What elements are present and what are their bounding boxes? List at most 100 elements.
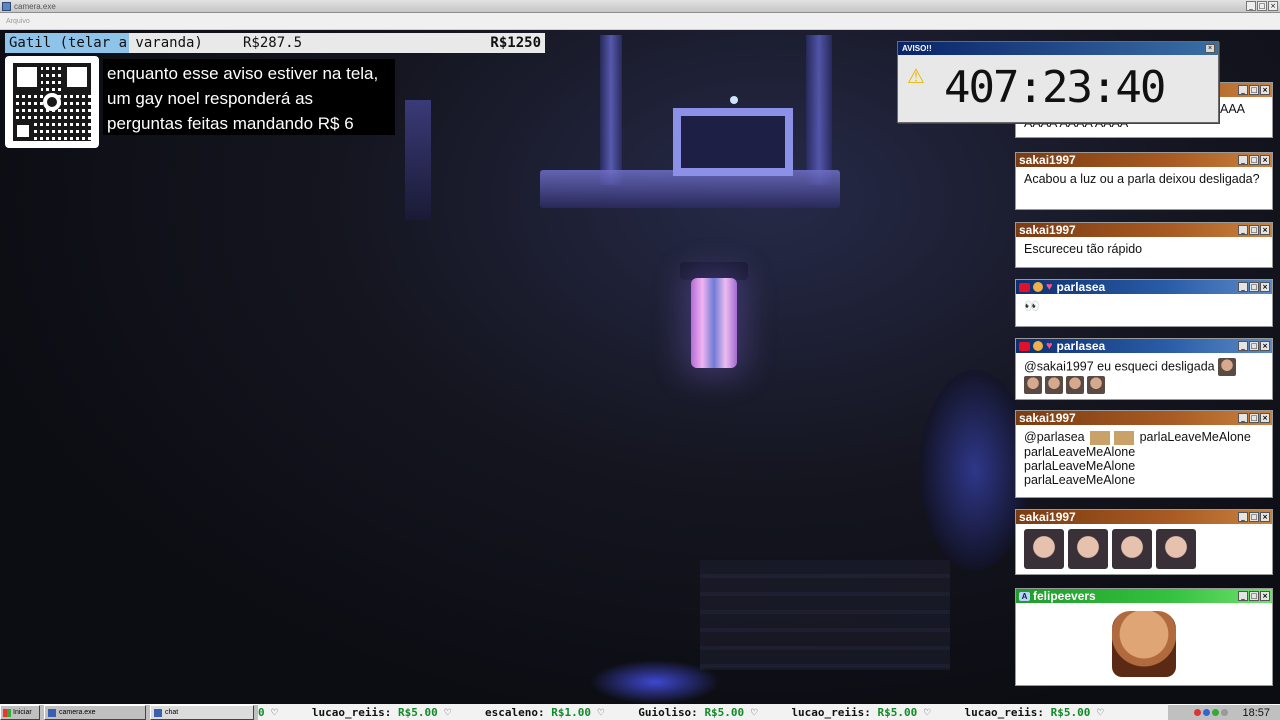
scene-pillar-right <box>806 35 832 185</box>
chat-maximize-button[interactable]: □ <box>1249 341 1259 351</box>
chat-close-button[interactable]: × <box>1260 512 1270 522</box>
chat-window-header[interactable]: sakai1997 _ □ × <box>1016 510 1272 524</box>
chat-maximize-button[interactable]: □ <box>1249 225 1259 235</box>
chat-window[interactable]: A felipeevers _ □ × <box>1015 588 1273 686</box>
chat-close-button[interactable]: × <box>1260 413 1270 423</box>
chat-minimize-button[interactable]: _ <box>1238 225 1248 235</box>
chat-minimize-button[interactable]: _ <box>1238 341 1248 351</box>
minimize-button[interactable]: _ <box>1246 1 1256 11</box>
emote-icon <box>1066 376 1084 394</box>
window-title: camera.exe <box>14 1 56 11</box>
chat-username: sakai1997 <box>1019 153 1076 167</box>
scene-window <box>405 100 431 220</box>
donation-goal-name: Gatil (telar a varanda) <box>9 35 203 51</box>
menu-file[interactable]: Arquivo <box>6 18 30 25</box>
ticker-user: escaleno: <box>484 706 552 719</box>
app-icon <box>2 1 11 11</box>
chat-minimize-button[interactable]: _ <box>1238 282 1248 292</box>
chat-window[interactable]: ♥ parlasea _ □ × @sakai1997 eu esqueci des… <box>1015 338 1273 400</box>
chat-minimize-button[interactable]: _ <box>1238 413 1248 423</box>
chat-close-button[interactable]: × <box>1260 85 1270 95</box>
chat-username: sakai1997 <box>1019 411 1076 425</box>
emote-icon <box>1156 529 1196 569</box>
clock: 18:57 <box>1242 706 1270 719</box>
chat-message-text: @parlasea <box>1024 430 1085 444</box>
scene-lamp <box>691 278 737 368</box>
chat-window-header[interactable]: A felipeevers _ □ × <box>1016 589 1272 603</box>
qr-code-panel[interactable] <box>5 56 99 148</box>
ticker-item: lucao_reiis: R$5.00 ♡ <box>791 706 936 719</box>
start-button[interactable]: Iniciar <box>0 705 40 720</box>
chat-message-body: @sakai1997 eu esqueci desligada <box>1016 353 1272 399</box>
chat-minimize-button[interactable]: _ <box>1238 591 1248 601</box>
camera-icon <box>1019 341 1030 351</box>
chat-username: sakai1997 <box>1019 510 1076 524</box>
chat-close-button[interactable]: × <box>1260 282 1270 292</box>
chat-window-header[interactable]: ♥ parlasea _ □ × <box>1016 339 1272 353</box>
scene-glow-floor <box>590 660 720 704</box>
chat-message-text: parlaLeaveMeAlone <box>1139 430 1251 444</box>
qr-code <box>13 63 91 141</box>
chat-window-header[interactable]: ♥ parlasea _ □ × <box>1016 280 1272 294</box>
taskbar-item-camera[interactable]: camera.exe <box>44 705 146 720</box>
ticker-amount: R$5.00 <box>397 706 438 719</box>
tray-icon[interactable] <box>1194 709 1202 716</box>
ticker-item: Guioliso: R$5.00 ♡ <box>638 706 763 719</box>
heart-icon: ♡ <box>271 706 278 719</box>
chat-message-text: @sakai1997 eu esqueci desligada <box>1024 359 1215 374</box>
ticker-item: lucao_reiis: R$5.00 ♡ <box>312 706 457 719</box>
chat-window-header[interactable]: sakai1997 _ □ × <box>1016 153 1272 167</box>
chat-close-button[interactable]: × <box>1260 591 1270 601</box>
taskbar-item-chat[interactable]: chat <box>150 705 254 720</box>
tray-icon[interactable] <box>1221 709 1229 716</box>
emote-icon <box>1024 529 1064 569</box>
chat-minimize-button[interactable]: _ <box>1238 85 1248 95</box>
chat-window[interactable]: ♥ parlasea _ □ × 👀 <box>1015 279 1273 327</box>
chat-maximize-button[interactable]: □ <box>1249 85 1259 95</box>
heart-icon: ♡ <box>597 706 605 719</box>
user-badge-icon: A <box>1019 591 1030 601</box>
ticker-user: lucao_reiis: <box>791 706 878 719</box>
chat-close-button[interactable]: × <box>1260 225 1270 235</box>
emote-icon <box>1045 376 1063 394</box>
chat-close-button[interactable]: × <box>1260 155 1270 165</box>
potato-emote-icon <box>1112 611 1176 677</box>
chat-minimize-button[interactable]: _ <box>1238 512 1248 522</box>
face-icon <box>1033 341 1043 351</box>
window-controls: _ □ × <box>1246 1 1278 11</box>
tray-icon[interactable] <box>1203 709 1211 716</box>
chat-window-header[interactable]: sakai1997 _ □ × <box>1016 223 1272 237</box>
chat-window[interactable]: sakai1997 _ □ × @parlasea parlaLeaveMeAlon… <box>1015 410 1273 498</box>
timer-window-title: AVISO!! <box>898 42 1218 55</box>
emote-icon <box>1114 430 1135 445</box>
ticker-item: 0 ♡ <box>258 706 284 719</box>
emote-icon <box>1090 430 1111 445</box>
timer-window[interactable]: AVISO!! × ⚠ 407:23:40 <box>897 41 1219 123</box>
close-button[interactable]: × <box>1268 1 1278 11</box>
timer-close-button[interactable]: × <box>1205 44 1215 53</box>
chat-window-header[interactable]: sakai1997 _ □ × <box>1016 411 1272 425</box>
ticker-item: lucao_reiis: R$5.00 ♡ <box>965 706 1110 719</box>
chat-window[interactable]: sakai1997 _ □ × Escureceu tão rápido <box>1015 222 1273 268</box>
ticker-amount: 0 <box>258 706 265 719</box>
notice-text: enquanto esse aviso estiver na tela, um … <box>103 59 395 135</box>
menu-bar: Arquivo <box>0 13 1280 30</box>
chat-close-button[interactable]: × <box>1260 341 1270 351</box>
maximize-button[interactable]: □ <box>1257 1 1267 11</box>
chat-window[interactable]: sakai1997 _ □ × Acabou a luz ou a parla de… <box>1015 152 1273 210</box>
chat-maximize-button[interactable]: □ <box>1249 282 1259 292</box>
chat-maximize-button[interactable]: □ <box>1249 512 1259 522</box>
chat-username: parlasea <box>1056 280 1106 294</box>
chat-window[interactable]: sakai1997 _ □ × <box>1015 509 1273 575</box>
tray-icon[interactable] <box>1212 709 1220 716</box>
chat-username: parlasea <box>1056 339 1106 353</box>
chat-maximize-button[interactable]: □ <box>1249 155 1259 165</box>
tray-icons <box>1194 709 1229 716</box>
chat-minimize-button[interactable]: _ <box>1238 155 1248 165</box>
chat-maximize-button[interactable]: □ <box>1249 413 1259 423</box>
heart-icon: ♥ <box>1046 340 1053 352</box>
chat-maximize-button[interactable]: □ <box>1249 591 1259 601</box>
heart-icon: ♥ <box>1046 281 1053 293</box>
donation-target: R$1250 <box>490 35 541 51</box>
emote-icon <box>1112 529 1152 569</box>
